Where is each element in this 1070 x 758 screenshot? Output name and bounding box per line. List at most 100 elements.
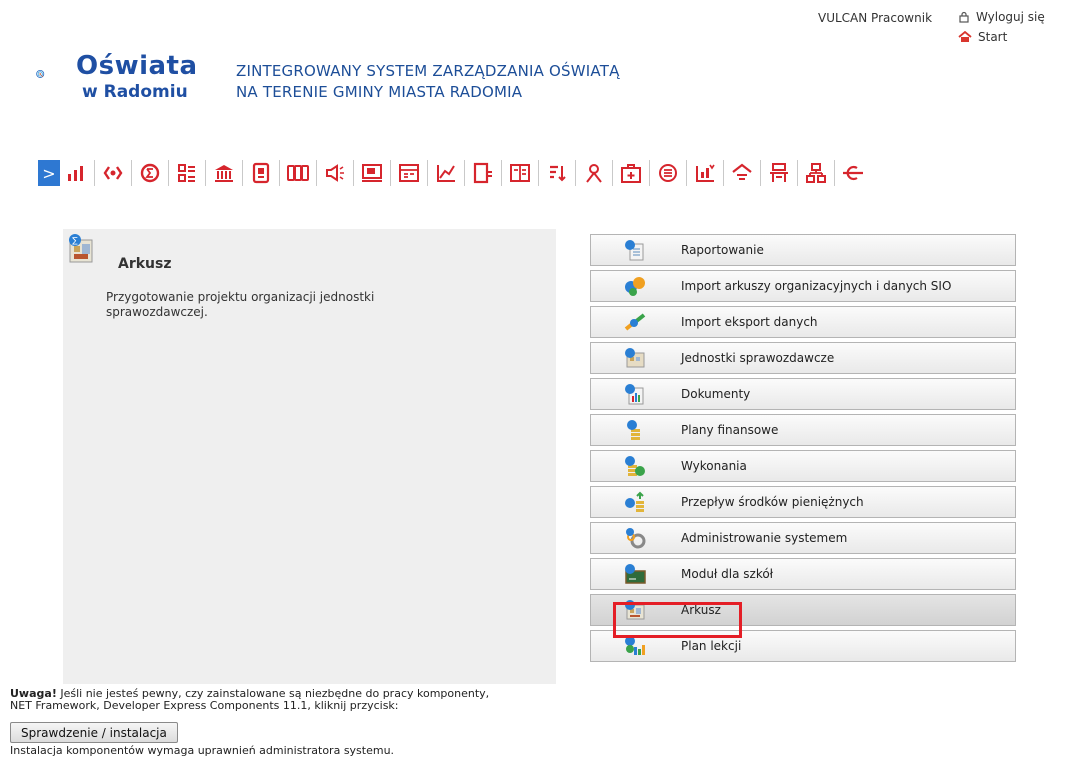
menu-item-label: Moduł dla szkół [681,567,774,581]
home-icon [958,31,972,42]
documents-icon [623,382,647,406]
report-icon [623,238,647,262]
menu-item-arkusz[interactable]: Arkusz [590,594,1016,626]
start-link[interactable]: Start [958,30,1007,44]
system-title: ZINTEGROWANY SYSTEM ZARZĄDZANIA OŚWIATĄ … [236,61,620,103]
admin-icon [623,526,647,550]
menu-item-jednostki[interactable]: Jednostki sprawozdawcze [590,342,1016,374]
logout-label: Wyloguj się [976,10,1045,24]
system-title-line1: ZINTEGROWANY SYSTEM ZARZĄDZANIA OŚWIATĄ [236,62,620,80]
toolbar-expand-button[interactable]: > [38,160,60,186]
grades-icon[interactable] [286,161,310,185]
toolbar-divider [131,160,132,186]
lock-icon [959,11,969,23]
bank-icon[interactable] [212,161,236,185]
form-icon[interactable] [397,161,421,185]
logout-link[interactable]: Wyloguj się [958,10,1045,24]
logo-icon [36,69,45,78]
menu-item-label: Arkusz [681,603,721,617]
exchange-icon[interactable] [101,161,125,185]
module-description-panel: ∑ Arkusz Przygotowanie projektu organiza… [63,229,556,684]
list-icon[interactable] [175,161,199,185]
reports-icon[interactable] [64,161,88,185]
components-warning: Uwaga! Jeśli nie jesteś pewny, czy zains… [10,688,489,712]
toolbar-divider [316,160,317,186]
menu-item-label: Wykonania [681,459,747,473]
menu-item-plany-finansowe[interactable]: Plany finansowe [590,414,1016,446]
toolbar-divider [390,160,391,186]
sigma-icon[interactable] [138,161,162,185]
toolbar-divider [686,160,687,186]
menu-item-label: Import eksport danych [681,315,818,329]
module-menu: Raportowanie Import arkuszy organizacyjn… [590,234,1016,666]
book-icon[interactable] [471,161,495,185]
units-icon [623,346,647,370]
panel-description: Przygotowanie projektu organizacji jedno… [106,290,375,319]
open-book-icon[interactable] [508,161,532,185]
menu-item-dokumenty[interactable]: Dokumenty [590,378,1016,410]
toolbar-divider [723,160,724,186]
menu-item-label: Raportowanie [681,243,764,257]
system-title-line2: NA TERENIE GMINY MIASTA RADOMIA [236,83,523,101]
menu-item-import-sio[interactable]: Import arkuszy organizacyjnych i danych … [590,270,1016,302]
menu-circle-icon[interactable] [656,161,680,185]
sheet-icon: ∑ [69,234,93,263]
menu-item-wykonania[interactable]: Wykonania [590,450,1016,482]
menu-item-label: Dokumenty [681,387,751,401]
menu-item-label: Import arkuszy organizacyjnych i danych … [681,279,952,293]
school-module-icon [623,562,647,586]
menu-item-label: Przepływ środków pieniężnych [681,495,864,509]
toolbar-divider [279,160,280,186]
menu-item-plan-lekcji[interactable]: Plan lekcji [590,630,1016,662]
import-export-icon [623,310,647,334]
warning-text-2: NET Framework, Developer Express Compone… [10,699,399,712]
financial-plans-icon [623,418,647,442]
chart-icon[interactable] [434,161,458,185]
toolbar-divider [94,160,95,186]
menu-item-raportowanie[interactable]: Raportowanie [590,234,1016,266]
person-icon[interactable] [582,161,606,185]
menu-item-przeplyw[interactable]: Przepływ środków pieniężnych [590,486,1016,518]
start-label: Start [978,30,1008,44]
user-name: VULCAN Pracownik [818,11,933,25]
hierarchy-icon[interactable] [804,161,828,185]
toolbar-divider [242,160,243,186]
toolbar-divider [797,160,798,186]
menu-item-modul-szkol[interactable]: Moduł dla szkół [590,558,1016,590]
toolbar-divider [205,160,206,186]
logo-title: Oświata [76,51,198,81]
menu-item-import-export[interactable]: Import eksport danych [590,306,1016,338]
cash-flow-icon [623,490,647,514]
import-sio-icon [623,274,647,298]
svg-text:∑: ∑ [72,236,78,245]
sheet-icon [623,598,647,622]
panel-title: Arkusz [118,256,172,272]
menu-item-label: Plan lekcji [681,639,742,653]
toolbar-divider [834,160,835,186]
toolbar-divider [427,160,428,186]
admin-note: Instalacja komponentów wymaga uprawnień … [10,744,395,757]
exit-icon[interactable] [841,161,865,185]
logo-subtitle: w Radomiu [82,82,188,102]
toolbar-divider [575,160,576,186]
toolbar-divider [353,160,354,186]
document-icon[interactable] [249,161,273,185]
toolbar-divider [649,160,650,186]
megaphone-icon[interactable] [323,161,347,185]
menu-item-administrowanie[interactable]: Administrowanie systemem [590,522,1016,554]
toolbar-divider [760,160,761,186]
toolbar-divider [501,160,502,186]
sort-icon[interactable] [545,161,569,185]
menu-item-label: Administrowanie systemem [681,531,848,545]
toolbar-divider [168,160,169,186]
execution-icon [623,454,647,478]
desk-icon[interactable] [767,161,791,185]
screen-icon[interactable] [360,161,384,185]
lesson-plan-icon [623,634,647,658]
module-toolbar: > [38,158,865,188]
toolbar-divider [464,160,465,186]
calendar-icon[interactable] [693,161,717,185]
check-install-button[interactable]: Sprawdzenie / instalacja [10,722,178,743]
school-icon[interactable] [730,161,754,185]
medical-icon[interactable] [619,161,643,185]
